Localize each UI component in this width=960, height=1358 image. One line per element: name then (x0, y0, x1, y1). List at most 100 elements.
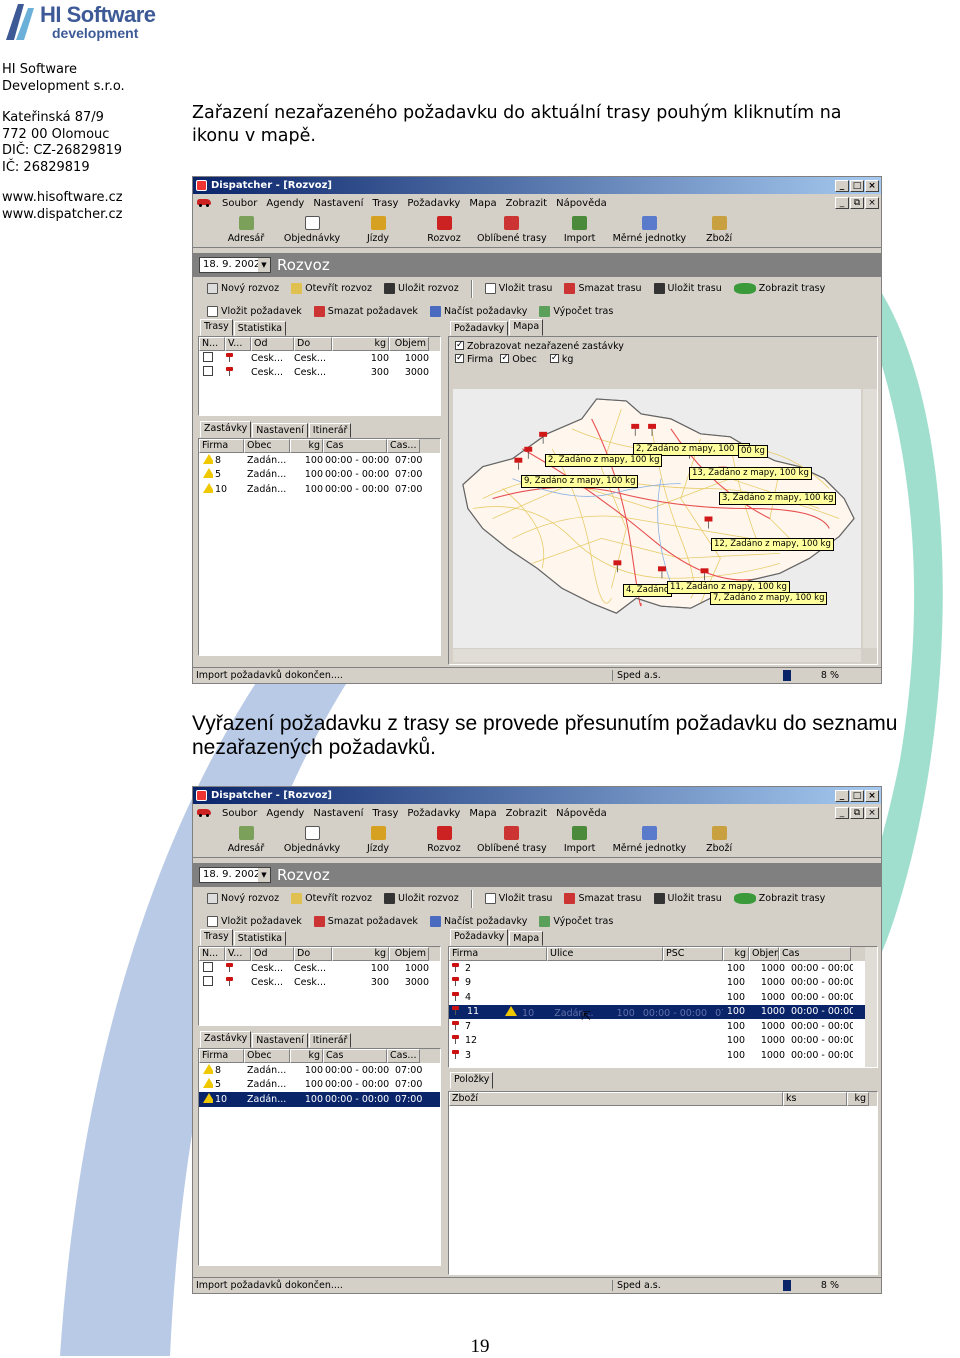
tab-mapa[interactable]: Mapa (509, 319, 544, 336)
dispatcher-web-link[interactable]: www.dispatcher.cz (2, 207, 182, 224)
col-n[interactable]: N... (199, 947, 225, 961)
save-trip-button[interactable]: Uložit trasu (653, 283, 722, 294)
menu-pozadavky[interactable]: Požadavky (407, 808, 460, 819)
tab-nastaveni[interactable]: Nastavení (252, 423, 308, 438)
col-firma[interactable]: Firma (199, 1049, 244, 1063)
col-kg[interactable]: kg (332, 337, 389, 351)
checkbox[interactable] (455, 339, 464, 352)
col-v[interactable]: V... (225, 337, 251, 351)
col-firma[interactable]: Firma (449, 947, 547, 961)
col-obec[interactable]: Obec (244, 1049, 290, 1063)
map-label[interactable]: 7, Zadáno z mapy, 100 kg (710, 592, 828, 605)
mdi-minimize-button[interactable]: _ (835, 807, 849, 819)
col-objem[interactable]: Objem (389, 947, 429, 961)
tool-merne-jednotky[interactable]: Měrné jednotky (613, 826, 686, 854)
tab-mapa[interactable]: Mapa (509, 931, 544, 946)
menu-nastaveni[interactable]: Nastavení (313, 198, 363, 209)
tab-statistika[interactable]: Statistika (233, 321, 287, 336)
table-row[interactable]: 9 100 1000 00:00 - 00:00 (449, 976, 877, 991)
company-web-link[interactable]: www.hisoftware.cz (2, 190, 182, 207)
new-route-button[interactable]: Nový rozvoz (207, 283, 279, 294)
map-label[interactable]: 2, Zadáno z mapy, 100 kg (545, 454, 663, 467)
col-cas[interactable]: Čas (323, 1049, 387, 1063)
tab-statistika[interactable]: Statistika (233, 931, 287, 946)
tool-oblibene-trasy[interactable]: Oblíbené trasy (477, 826, 547, 854)
checkbox-obec[interactable] (500, 352, 510, 365)
col-kg[interactable]: kg (290, 439, 323, 453)
tool-rozvoz[interactable]: Rozvoz (411, 216, 477, 244)
calculate-trips-button[interactable]: Výpočet tras (539, 306, 613, 317)
table-row[interactable]: 7 100 1000 00:00 - 00:00 (449, 1019, 877, 1034)
col-cas[interactable]: Čas (779, 947, 851, 961)
show-trips-button[interactable]: Zobrazit trasy (733, 283, 825, 294)
menu-zobrazit[interactable]: Zobrazit (506, 198, 548, 209)
table-row[interactable]: Česk... Česk... 100 1000 (199, 351, 440, 366)
open-route-button[interactable]: Otevřít rozvoz (291, 283, 372, 294)
tab-itinerar[interactable]: Itinerář (308, 423, 352, 438)
checkbox-firma[interactable] (455, 352, 464, 365)
checkbox[interactable] (203, 976, 213, 987)
map-label[interactable]: 12, Zadáno z mapy, 100 kg (711, 538, 834, 551)
table-row[interactable]: 8 Zadán... 100 00:00 - 00:00 07:00 (199, 1063, 440, 1078)
table-row[interactable]: Česk... Česk... 100 1000 (199, 961, 440, 976)
requests-scrollbar[interactable] (865, 947, 877, 1067)
insert-request-button[interactable]: Vložit požadavek (207, 306, 302, 317)
save-trip-button[interactable]: Uložit trasu (653, 893, 722, 904)
tool-oblibene-trasy[interactable]: Oblíbené trasy (477, 216, 547, 244)
col-od[interactable]: Od (251, 947, 294, 961)
mdi-close-button[interactable]: × (865, 807, 879, 819)
tab-trasy[interactable]: Trasy (200, 929, 233, 946)
col-cas2[interactable]: Čas... (387, 1049, 420, 1063)
menu-nastaveni[interactable]: Nastavení (313, 808, 363, 819)
tool-jizdy[interactable]: Jízdy (345, 216, 411, 244)
map-vertical-scrollbar[interactable] (863, 389, 877, 648)
maximize-button[interactable]: □ (850, 179, 864, 192)
tab-trasy[interactable]: Trasy (200, 319, 233, 336)
table-row-selected[interactable]: 11 10 Zadán... 100 00:00 - 00:00 07:0010… (449, 1004, 877, 1019)
window-titlebar[interactable]: Dispatcher - [Rozvoz] _ □ × (193, 787, 881, 804)
insert-request-button[interactable]: Vložit požadavek (207, 916, 302, 927)
table-row[interactable]: 5 Zadán... 100 00:00 - 00:00 07:00 (199, 468, 440, 483)
table-row[interactable]: 3 100 1000 00:00 - 00:00 (449, 1048, 877, 1063)
tool-adresar[interactable]: Adresář (213, 216, 279, 244)
map-label[interactable]: 9, Zadáno z mapy, 100 kg (521, 475, 639, 488)
col-firma[interactable]: Firma (199, 439, 244, 453)
mdi-restore-button[interactable]: ⧉ (850, 807, 864, 819)
map-horizontal-scrollbar[interactable] (453, 649, 861, 662)
col-psc[interactable]: PSČ (663, 947, 723, 961)
close-button[interactable]: × (865, 179, 879, 192)
tool-zbozi[interactable]: Zboží (686, 216, 752, 244)
col-od[interactable]: Od (251, 337, 294, 351)
checkbox-kg[interactable] (549, 352, 559, 365)
col-kg[interactable]: kg (290, 1049, 323, 1063)
tool-jizdy[interactable]: Jízdy (345, 826, 411, 854)
tab-pozadavky[interactable]: Požadavky (450, 929, 509, 946)
delete-trip-button[interactable]: Smazat trasu (564, 893, 642, 904)
table-row[interactable]: 4 100 1000 00:00 - 00:00 (449, 990, 877, 1005)
checkbox[interactable] (203, 366, 213, 377)
window-titlebar[interactable]: Dispatcher - [Rozvoz] _ □ × (193, 177, 881, 194)
col-n[interactable]: N... (199, 337, 225, 351)
tool-adresar[interactable]: Adresář (213, 826, 279, 854)
mdi-restore-button[interactable]: ⧉ (850, 197, 864, 209)
col-cas2[interactable]: Čas... (387, 439, 420, 453)
table-row[interactable]: 12 100 1000 00:00 - 00:00 (449, 1034, 877, 1049)
maximize-button[interactable]: □ (850, 789, 864, 802)
delete-request-button[interactable]: Smazat požadavek (313, 306, 418, 317)
tool-import[interactable]: Import (547, 216, 613, 244)
date-picker[interactable]: 18. 9. 2002 (199, 867, 271, 883)
minimize-button[interactable]: _ (835, 789, 849, 802)
menu-soubor[interactable]: Soubor (222, 808, 257, 819)
menu-mapa[interactable]: Mapa (469, 198, 496, 209)
tool-merne-jednotky[interactable]: Měrné jednotky (613, 216, 686, 244)
insert-trip-button[interactable]: Vložit trasu (484, 893, 552, 904)
mdi-close-button[interactable]: × (865, 197, 879, 209)
new-route-button[interactable]: Nový rozvoz (207, 893, 279, 904)
col-objem[interactable]: Objem (389, 337, 429, 351)
tab-zastavky[interactable]: Zastávky (200, 421, 252, 438)
checkbox[interactable] (203, 961, 213, 972)
table-row[interactable]: Česk... Česk... 300 3000 (199, 976, 440, 991)
col-kg[interactable]: kg (847, 1092, 869, 1106)
map-label[interactable]: 3, Zadáno z mapy, 100 kg (719, 492, 837, 505)
tab-pozadavky[interactable]: Požadavky (450, 321, 509, 336)
